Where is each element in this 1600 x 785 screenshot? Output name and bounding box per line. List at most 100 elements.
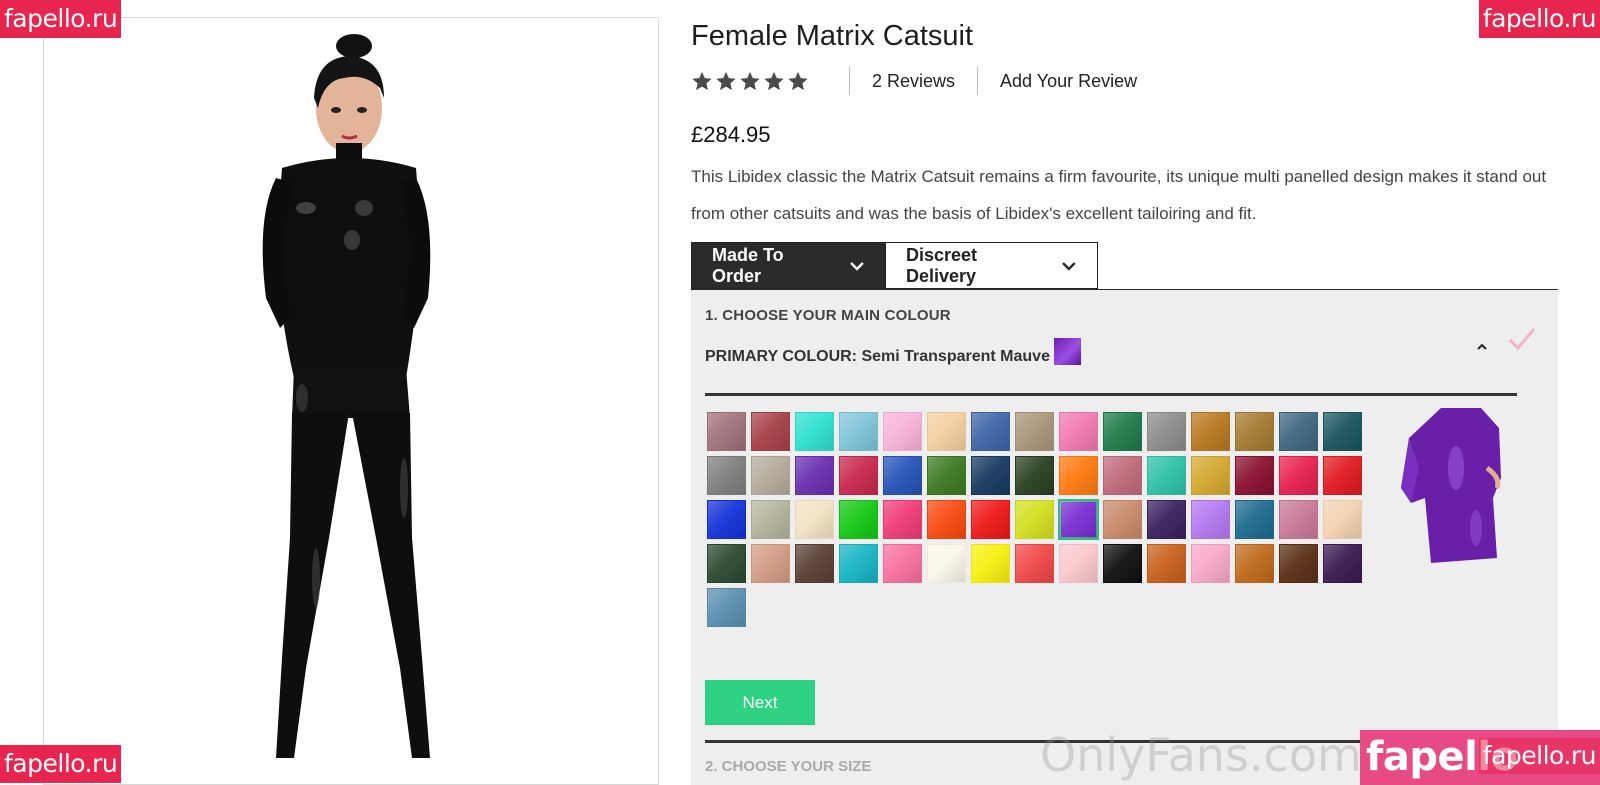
info-tabs: Made To Order Discreet Delivery — [691, 242, 1098, 289]
tab-label: Discreet Delivery — [906, 244, 978, 286]
colour-swatch[interactable] — [1015, 500, 1054, 539]
colour-swatch[interactable] — [839, 412, 878, 451]
product-description: This Libidex classic the Matrix Catsuit … — [691, 167, 1547, 223]
step1-title: 1. CHOOSE YOUR MAIN COLOUR — [705, 307, 951, 324]
colour-swatch[interactable] — [751, 412, 790, 451]
star-icon — [788, 71, 808, 91]
colour-swatch[interactable] — [1015, 456, 1054, 495]
colour-swatch[interactable] — [1103, 456, 1142, 495]
colour-swatch[interactable] — [707, 412, 746, 451]
colour-swatch[interactable] — [1323, 544, 1362, 583]
colour-swatch[interactable] — [971, 500, 1010, 539]
colour-swatch[interactable] — [839, 544, 878, 583]
colour-swatch[interactable] — [971, 412, 1010, 451]
tab-discreet-delivery[interactable]: Discreet Delivery — [886, 242, 1098, 289]
product-title: Female Matrix Catsuit — [691, 20, 974, 52]
colour-swatch[interactable] — [1103, 500, 1142, 539]
colour-swatch[interactable] — [1103, 544, 1142, 583]
colour-swatch[interactable] — [883, 412, 922, 451]
star-icon — [716, 71, 736, 91]
watermark-logo: fapello.ru — [0, 0, 122, 38]
colour-swatch[interactable] — [1059, 412, 1098, 451]
colour-swatch[interactable] — [1191, 456, 1230, 495]
colour-swatch[interactable] — [1323, 412, 1362, 451]
colour-swatch[interactable] — [1323, 500, 1362, 539]
tab-label: Made To Order — [712, 244, 784, 286]
divider — [849, 67, 850, 95]
colour-swatch[interactable] — [707, 456, 746, 495]
colour-swatch[interactable] — [1191, 544, 1230, 583]
chevron-up-icon[interactable] — [1475, 340, 1489, 354]
reviews-link[interactable]: 2 Reviews — [872, 71, 955, 92]
colour-swatch[interactable] — [1059, 456, 1098, 495]
colour-swatch[interactable] — [1235, 456, 1274, 495]
colour-swatch[interactable] — [707, 544, 746, 583]
colour-swatch[interactable] — [1147, 500, 1186, 539]
rating-row: 2 Reviews Add Your Review — [691, 66, 1137, 96]
watermark-logo: fapello fapello.ru — [1360, 730, 1600, 785]
colour-preview-image — [1401, 408, 1501, 563]
primary-colour-swatch — [1053, 337, 1081, 365]
watermark-logo: fapello.ru — [1478, 0, 1600, 38]
colour-swatch[interactable] — [1235, 500, 1274, 539]
colour-swatch[interactable] — [1279, 500, 1318, 539]
colour-swatch[interactable] — [1147, 412, 1186, 451]
product-image[interactable] — [43, 17, 659, 785]
colour-swatch[interactable] — [1147, 544, 1186, 583]
colour-swatch[interactable] — [927, 412, 966, 451]
colour-swatch[interactable] — [1235, 412, 1274, 451]
colour-swatch[interactable] — [1323, 456, 1362, 495]
options-panel: 1. CHOOSE YOUR MAIN COLOUR PRIMARY COLOU… — [691, 290, 1558, 785]
colour-swatch[interactable] — [883, 500, 922, 539]
colour-swatch[interactable] — [1235, 544, 1274, 583]
section-divider — [705, 393, 1517, 396]
colour-swatch-grid — [707, 412, 1367, 627]
colour-swatch[interactable] — [971, 544, 1010, 583]
chevron-down-icon — [850, 261, 864, 271]
colour-swatch[interactable] — [1279, 412, 1318, 451]
colour-swatch[interactable] — [795, 544, 834, 583]
colour-swatch[interactable] — [751, 500, 790, 539]
star-icon — [692, 71, 712, 91]
star-icon — [740, 71, 760, 91]
colour-swatch[interactable] — [795, 500, 834, 539]
add-review-link[interactable]: Add Your Review — [1000, 71, 1137, 92]
product-price: £284.95 — [691, 122, 771, 147]
colour-swatch[interactable] — [707, 500, 746, 539]
watermark-text: OnlyFans.com/ — [1040, 728, 1378, 782]
colour-swatch[interactable] — [1015, 544, 1054, 583]
star-icon — [764, 71, 784, 91]
colour-swatch[interactable] — [839, 456, 878, 495]
catsuit-model-illustration — [262, 34, 431, 758]
colour-swatch[interactable] — [1191, 412, 1230, 451]
colour-swatch[interactable] — [971, 456, 1010, 495]
primary-colour-label: PRIMARY COLOUR: Semi Transparent Mauve — [705, 337, 1081, 366]
colour-swatch[interactable] — [751, 456, 790, 495]
check-icon — [1508, 328, 1536, 351]
colour-swatch[interactable] — [1015, 412, 1054, 451]
colour-swatch[interactable] — [1279, 456, 1318, 495]
colour-swatch[interactable] — [1058, 499, 1099, 540]
colour-swatch[interactable] — [707, 588, 746, 627]
colour-swatch[interactable] — [927, 544, 966, 583]
colour-swatch[interactable] — [1059, 544, 1098, 583]
rating-stars — [691, 70, 809, 92]
watermark-text: fapello.ru — [1478, 738, 1600, 774]
colour-swatch[interactable] — [1279, 544, 1318, 583]
watermark-logo: fapello.ru — [0, 745, 122, 783]
colour-swatch[interactable] — [795, 412, 834, 451]
colour-swatch[interactable] — [839, 500, 878, 539]
colour-swatch[interactable] — [1103, 412, 1142, 451]
colour-swatch[interactable] — [883, 544, 922, 583]
step2-title[interactable]: 2. CHOOSE YOUR SIZE — [705, 758, 871, 775]
colour-swatch[interactable] — [1191, 500, 1230, 539]
colour-swatch[interactable] — [927, 456, 966, 495]
primary-colour-text: PRIMARY COLOUR: Semi Transparent Mauve — [705, 348, 1050, 365]
colour-swatch[interactable] — [751, 544, 790, 583]
colour-swatch[interactable] — [927, 500, 966, 539]
tab-made-to-order[interactable]: Made To Order — [691, 242, 886, 289]
next-button[interactable]: Next — [705, 680, 815, 725]
colour-swatch[interactable] — [1147, 456, 1186, 495]
colour-swatch[interactable] — [883, 456, 922, 495]
colour-swatch[interactable] — [795, 456, 834, 495]
